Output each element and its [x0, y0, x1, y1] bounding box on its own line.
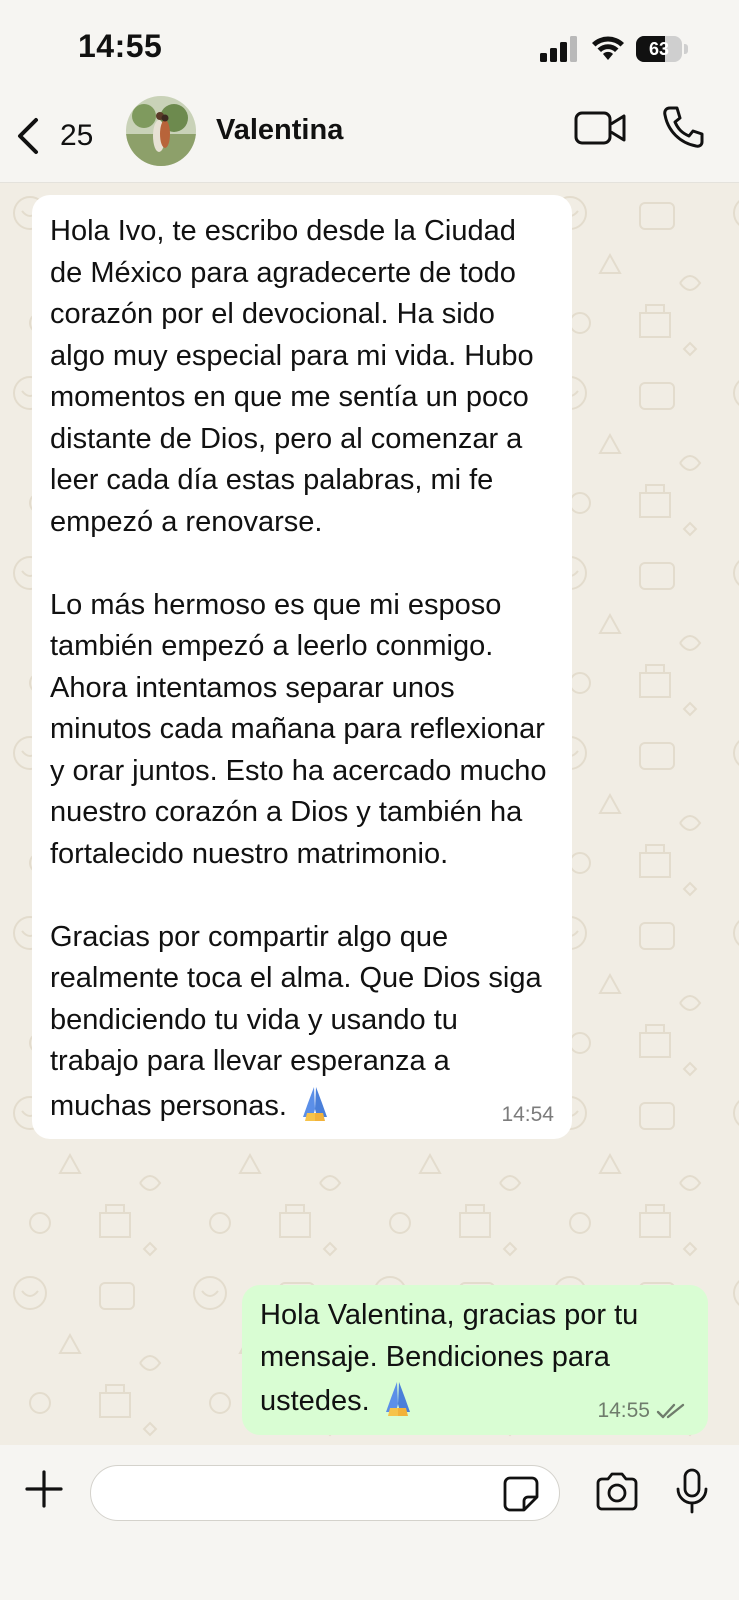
back-button[interactable]: 25 [14, 110, 93, 162]
video-call-icon[interactable] [574, 108, 626, 148]
microphone-icon[interactable] [674, 1467, 710, 1515]
unread-count: 25 [60, 119, 94, 152]
message-time: 14:55 [597, 1398, 650, 1422]
input-bar [0, 1445, 739, 1600]
battery-indicator: 63 [636, 36, 690, 62]
back-chevron-icon [18, 118, 38, 154]
sticker-icon[interactable] [502, 1475, 540, 1513]
wifi-icon [592, 36, 624, 60]
battery-percent: 63 [648, 39, 670, 59]
read-receipt-icon [656, 1403, 685, 1418]
chat-area[interactable]: Hola Ivo, te escribo desde la Ciudad de … [0, 183, 739, 1445]
incoming-message-bubble[interactable]: Hola Ivo, te escribo desde la Ciudad de … [32, 195, 572, 1139]
message-meta: 14:55 [597, 1399, 686, 1423]
status-bar: 14:55 63 [0, 0, 739, 92]
message-text: Hola Valentina, gracias por tu mensaje. … [260, 1299, 639, 1417]
message-text: Hola Ivo, te escribo desde la Ciudad de … [50, 215, 547, 1122]
avatar[interactable] [126, 96, 196, 166]
folded-hands-icon [303, 1086, 328, 1121]
message-input[interactable] [90, 1465, 560, 1521]
outgoing-message-bubble[interactable]: Hola Valentina, gracias por tu mensaje. … [242, 1285, 708, 1435]
message-time: 14:54 [501, 1103, 554, 1126]
chat-header: 25 Valentina [0, 92, 739, 183]
plus-icon[interactable] [24, 1469, 64, 1509]
status-time: 14:55 [78, 28, 163, 64]
cellular-signal-icon [540, 36, 577, 62]
contact-name[interactable]: Valentina [216, 114, 343, 147]
phone-icon[interactable] [660, 104, 706, 150]
camera-icon[interactable] [594, 1471, 640, 1513]
folded-hands-icon [385, 1382, 410, 1416]
